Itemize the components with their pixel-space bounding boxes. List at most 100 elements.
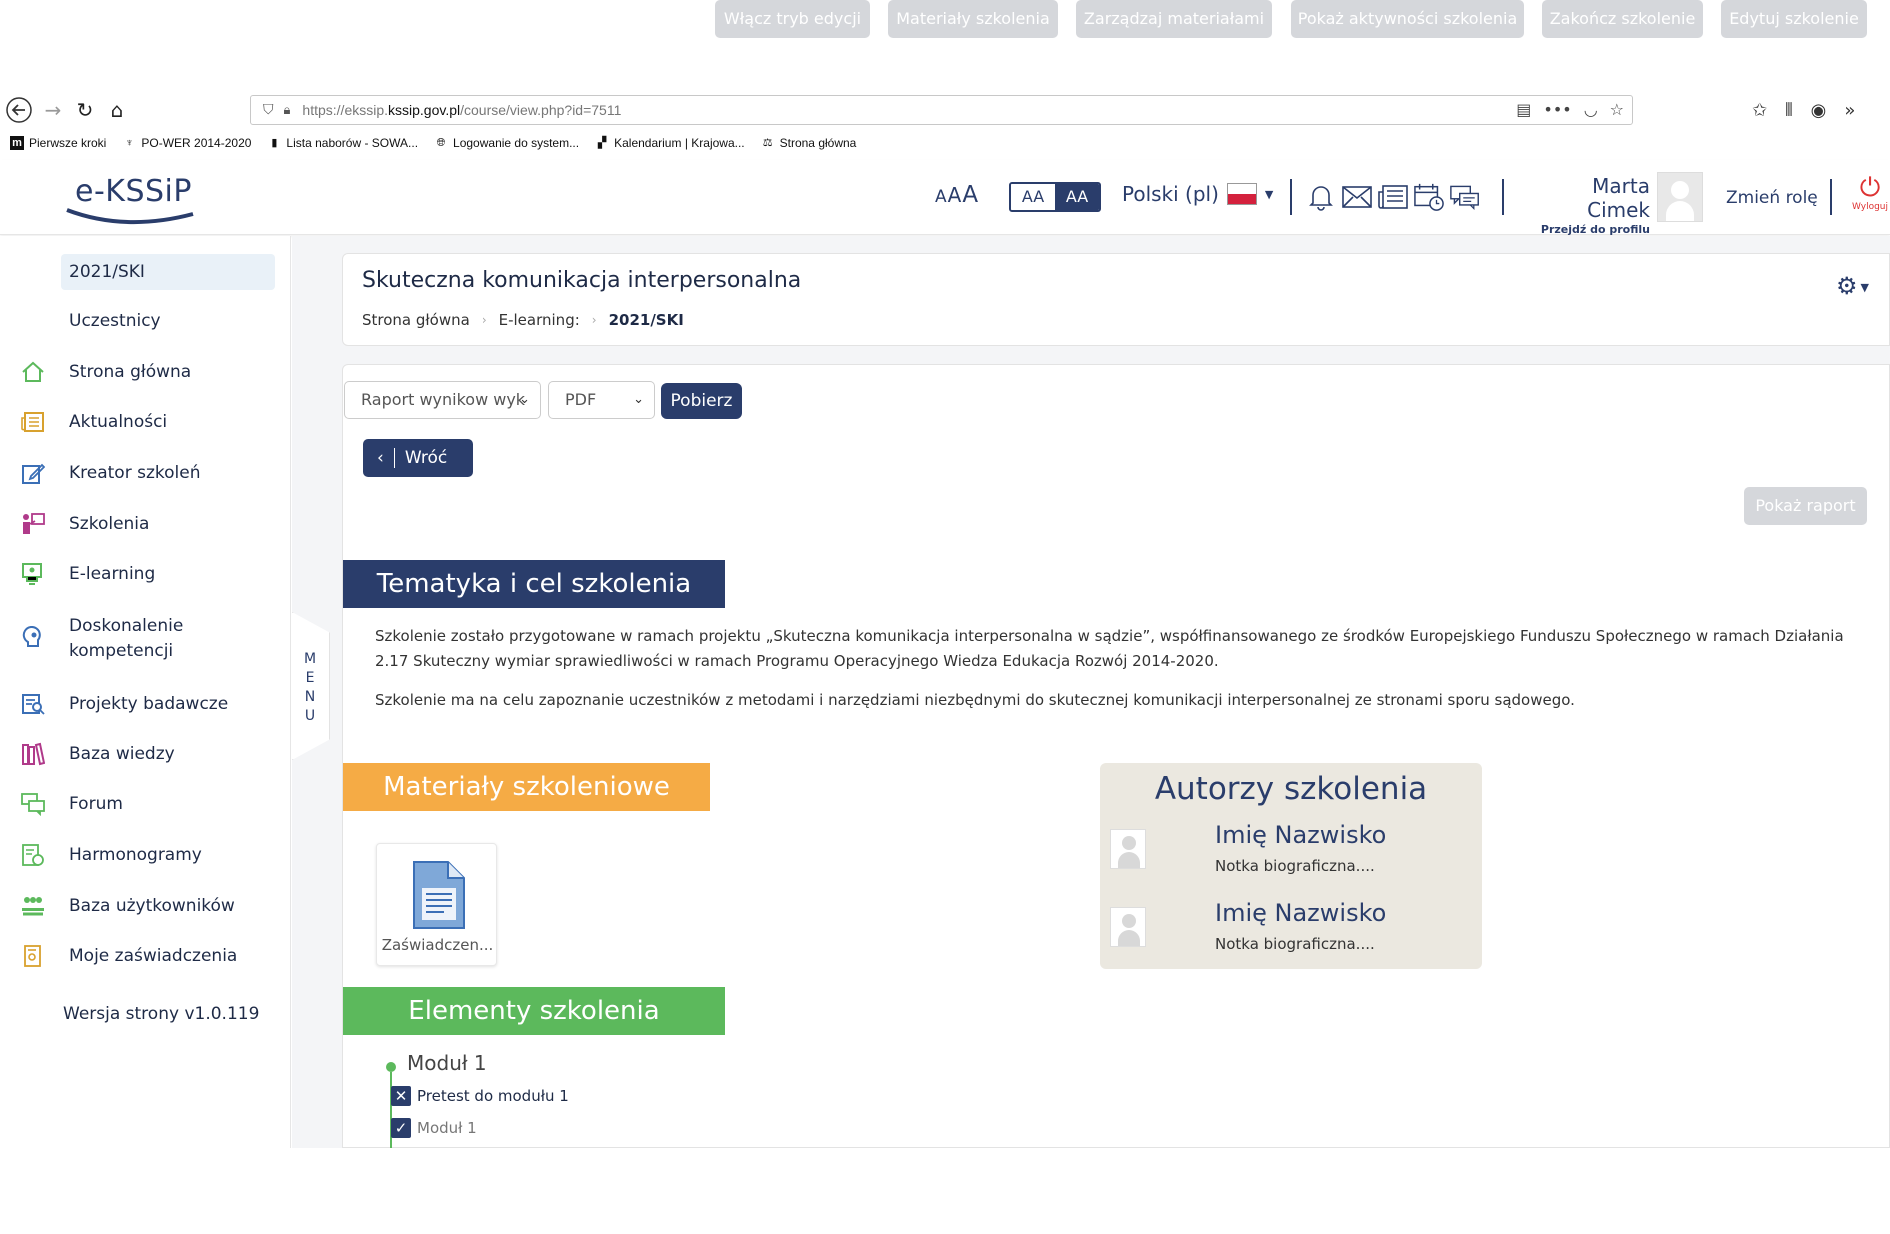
contrast-high[interactable]: AA: [1055, 184, 1099, 210]
divider: [1290, 179, 1292, 215]
change-role-link[interactable]: Zmień rolę: [1726, 188, 1818, 208]
globe-icon: 🌐︎: [436, 137, 446, 149]
section-topic-header: Tematyka i cel szkolenia: [343, 560, 725, 608]
bookmark-menu-icon[interactable]: ✩: [1752, 100, 1767, 121]
user-menu[interactable]: Marta Cimek Przejdź do profilu: [1528, 174, 1650, 236]
chevron-down-icon: ▼: [1860, 280, 1869, 294]
users-icon: [21, 894, 45, 918]
breadcrumb-current[interactable]: 2021/SKI: [609, 311, 684, 329]
page-icon: ▮: [271, 137, 278, 149]
bookmark-item[interactable]: ▞ Kalendarium | Krajowa...: [595, 136, 745, 150]
chevron-left-icon: ‹: [377, 448, 384, 468]
page-title: Skuteczna komunikacja interpersonalna: [362, 268, 802, 293]
contrast-normal[interactable]: AA: [1011, 184, 1055, 210]
home-browser-icon[interactable]: ⌂: [102, 92, 132, 128]
poland-flag-icon: [1226, 183, 1257, 205]
competence-icon: [21, 625, 45, 650]
account-icon[interactable]: ◉: [1811, 100, 1827, 121]
authors-title: Autorzy szkolenia: [1154, 771, 1428, 807]
format-select[interactable]: PDF ⌄: [548, 381, 655, 419]
library-icon[interactable]: ⫴: [1785, 100, 1793, 121]
bookmark-item[interactable]: ▮ Lista naborów - SOWA...: [267, 136, 418, 150]
authors-panel: Autorzy szkolenia Imię Nazwisko Notka bi…: [1100, 763, 1482, 969]
mail-icon[interactable]: [1342, 180, 1372, 214]
edit-icon: [21, 461, 46, 485]
bell-icon[interactable]: [1306, 180, 1336, 214]
chevron-down-icon: ⌄: [633, 392, 644, 407]
author-item: Imię Nazwisko Notka biograficzna....: [1108, 821, 1478, 891]
reload-icon[interactable]: ↻: [70, 92, 100, 128]
overflow-icon[interactable]: »: [1844, 100, 1855, 121]
sidebar: 2021/SKI Uczestnicy Strona główna Aktual…: [0, 236, 291, 1148]
gear-icon: ⚙: [1836, 272, 1858, 300]
show-activities-button[interactable]: Pokaż aktywności szkolenia: [1291, 0, 1524, 38]
pocket-icon[interactable]: ◡: [1584, 100, 1598, 119]
certificate-icon: [21, 944, 45, 968]
address-bar[interactable]: ⛉ 🔒︎ https://ekssip.kssip.gov.pl/course/…: [250, 95, 1633, 125]
site-header: e-KSSiP AAA AA AA Polski (pl) ▼ Marta Ci…: [0, 160, 1890, 236]
report-select[interactable]: Raport wynikow wyk ⌄: [344, 381, 541, 419]
materials-button[interactable]: Materiały szkolenia: [888, 0, 1058, 38]
elearning-icon: [21, 562, 45, 586]
show-report-button[interactable]: Pokaż raport: [1744, 487, 1867, 525]
news-icon: [21, 410, 45, 434]
sidebar-item-course[interactable]: 2021/SKI: [61, 254, 275, 290]
site-version: Wersja strony v1.0.119: [63, 1004, 260, 1024]
profile-link[interactable]: Przejdź do profilu: [1528, 223, 1650, 236]
logout-button[interactable]: ⏻ Wyloguj: [1850, 174, 1890, 212]
material-file[interactable]: Zaświadczen...: [376, 843, 497, 966]
manage-materials-button[interactable]: Zarządzaj materiałami: [1076, 0, 1272, 38]
back-button[interactable]: ‹ Wróć: [363, 439, 473, 477]
back-arrow-icon[interactable]: [4, 92, 34, 128]
research-icon: [21, 692, 45, 716]
reader-view-icon[interactable]: ▤: [1516, 100, 1531, 119]
home-icon: [21, 360, 45, 384]
author-item: Imię Nazwisko Notka biograficzna....: [1108, 899, 1478, 969]
breadcrumb-separator-icon: ›: [481, 313, 487, 327]
calendar-bm-icon: ▞: [597, 137, 607, 149]
breadcrumb-home[interactable]: Strona główna: [362, 311, 470, 329]
forward-arrow-icon[interactable]: →: [38, 92, 68, 128]
bookmark-item[interactable]: ♆ PO-WER 2014-2020: [122, 136, 251, 150]
avatar: [1110, 829, 1146, 869]
breadcrumb: Strona główna › E-learning: › 2021/SKI: [362, 311, 684, 329]
bookmark-item[interactable]: m Pierwsze kroki: [10, 136, 106, 150]
activity-pretest[interactable]: Pretest do modułu 1: [417, 1087, 569, 1105]
lock-icon: 🔒︎: [283, 102, 291, 118]
url-text: https://ekssip.kssip.gov.pl/course/view.…: [302, 102, 622, 118]
more-icon[interactable]: •••: [1543, 100, 1571, 119]
finish-training-button[interactable]: Zakończ szkolenie: [1542, 0, 1703, 38]
shield-icon: ⛉: [263, 102, 274, 118]
activity-module[interactable]: Moduł 1: [417, 1119, 477, 1137]
eagle-icon: ♆: [125, 137, 134, 149]
bookmark-item[interactable]: ⚖ Strona główna: [761, 136, 857, 150]
power-icon: ⏻: [1859, 173, 1881, 203]
chevron-down-icon: ⌄: [519, 392, 530, 407]
bookmark-star-icon[interactable]: ☆: [1610, 100, 1624, 119]
topic-goal: Szkolenie ma na celu zapoznanie uczestni…: [375, 691, 1575, 709]
language-select[interactable]: Polski (pl) ▼: [1122, 182, 1273, 206]
site-logo[interactable]: e-KSSiP: [65, 168, 195, 228]
divider: [1502, 179, 1504, 215]
checkmark-checkbox-icon: ✓: [391, 1118, 411, 1138]
breadcrumb-elearning[interactable]: E-learning:: [499, 311, 580, 329]
module-title[interactable]: Moduł 1: [407, 1051, 487, 1075]
section-materials-header: Materiały szkoleniowe: [343, 763, 710, 811]
news-header-icon[interactable]: [1378, 180, 1408, 214]
bookmarks-bar: m Pierwsze kroki ♆ PO-WER 2014-2020 ▮ Lista…: [10, 133, 856, 153]
avatar[interactable]: [1657, 172, 1703, 222]
contrast-switch[interactable]: AA AA: [1009, 182, 1101, 212]
chat-icon[interactable]: [1450, 180, 1480, 214]
download-button[interactable]: Pobierz: [661, 383, 742, 419]
settings-menu[interactable]: ⚙ ▼: [1836, 272, 1869, 300]
cross-checkbox-icon: ✕: [391, 1086, 411, 1106]
bookmark-item[interactable]: 🌐︎ Logowanie do system...: [434, 136, 579, 150]
edit-training-button[interactable]: Edytuj szkolenie: [1721, 0, 1867, 38]
font-size-switch[interactable]: AAA: [935, 182, 979, 208]
edit-mode-button[interactable]: Włącz tryb edycji: [715, 0, 870, 38]
books-icon: [21, 742, 46, 766]
topic-description: Szkolenie zostało przygotowane w ramach …: [375, 627, 1844, 670]
calendar-clock-icon[interactable]: [1414, 180, 1444, 214]
menu-toggle-label[interactable]: MENU: [300, 650, 320, 726]
breadcrumb-separator-icon: ›: [591, 313, 597, 327]
